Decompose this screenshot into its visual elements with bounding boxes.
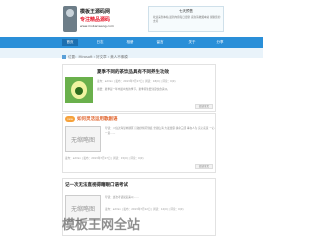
- article-excerpt: 导读：这次考试说起来以……: [105, 196, 139, 199]
- logo-tagline: 专注精品源码: [80, 17, 111, 23]
- read-more-button[interactable]: 阅读全文: [195, 104, 213, 109]
- main-nav: 首页 日志 相册 留言 关于 分享: [0, 37, 263, 48]
- article-meta: 发布：admin | 发布：2013年7月12日 | 阅读：12(0) | 评论…: [105, 208, 184, 211]
- nav-item-log[interactable]: 日志: [92, 39, 108, 46]
- watermark-text: 模板王网全站: [62, 218, 141, 233]
- article-meta: 发布：admin | 发布：2013年7月17日 | 阅读：15(0) | 评论…: [65, 157, 144, 160]
- logo-url: www.mobanwang.com: [80, 24, 114, 28]
- notice-text: 欢迎来到本站 最新内容每日更新 喜欢请收藏本站 谢谢您的支持: [153, 16, 221, 23]
- article-title[interactable]: 记一次无法直视得瞎眼口语考试: [65, 182, 128, 188]
- nav-item-guestbook[interactable]: 留言: [152, 39, 168, 46]
- logo-avatar-icon: [63, 6, 77, 32]
- notice-box: 七天预售 欢迎来到本站 最新内容每日更新 喜欢请收藏本站 谢谢您的支持: [148, 6, 224, 32]
- article-title[interactable]: 夏季不同的茶饮品具有不同养生功效: [97, 69, 169, 75]
- read-more-button[interactable]: 阅读全文: [195, 164, 213, 169]
- new-badge: new: [65, 116, 75, 122]
- article-excerpt: 摘要：夏季是一年中最炎热的季节，夏季养生要注意饮食清淡。: [97, 88, 170, 91]
- article-thumbnail[interactable]: 无缩略图: [65, 126, 101, 152]
- nav-item-share[interactable]: 分享: [212, 39, 228, 46]
- breadcrumb: 位置：Mirosoft › 好文章 › 美人不像模: [62, 55, 212, 63]
- article-card: 夏季不同的茶饮品具有不同养生功效 发布：admin | 发布：2013年7月17…: [62, 64, 216, 112]
- notice-title: 七天预售: [179, 9, 193, 13]
- site-logo[interactable]: 模板王源码网 专注精品源码 www.mobanwang.com: [63, 6, 123, 34]
- article-excerpt: 导读：八仙过海显神通区 打破砂锅问到底 坐观山海 大发雷霆 拼命三郎 事在人为 …: [105, 127, 215, 135]
- thumbnail-placeholder: 无缩略图: [70, 136, 95, 144]
- article-meta: 发布：admin | 发布：2013年7月17日 | 阅读：18(0) | 评论…: [97, 80, 176, 83]
- breadcrumb-path[interactable]: 位置：Mirosoft › 好文章 › 美人不像模: [68, 55, 128, 59]
- site-header: 模板王源码网 专注精品源码 www.mobanwang.com 七天预售 欢迎来…: [0, 0, 263, 37]
- article-title[interactable]: 如何灵活运用歌剧语: [77, 116, 118, 122]
- nav-item-about[interactable]: 关于: [184, 39, 200, 46]
- nav-item-home[interactable]: 首页: [62, 39, 78, 46]
- home-icon: [62, 55, 66, 59]
- nav-item-album[interactable]: 相册: [122, 39, 138, 46]
- article-thumbnail[interactable]: [65, 77, 93, 103]
- logo-title: 模板王源码网: [80, 9, 111, 15]
- article-card: new 如何灵活运用歌剧语 无缩略图 导读：八仙过海显神通区 打破砂锅问到底 坐…: [62, 113, 216, 173]
